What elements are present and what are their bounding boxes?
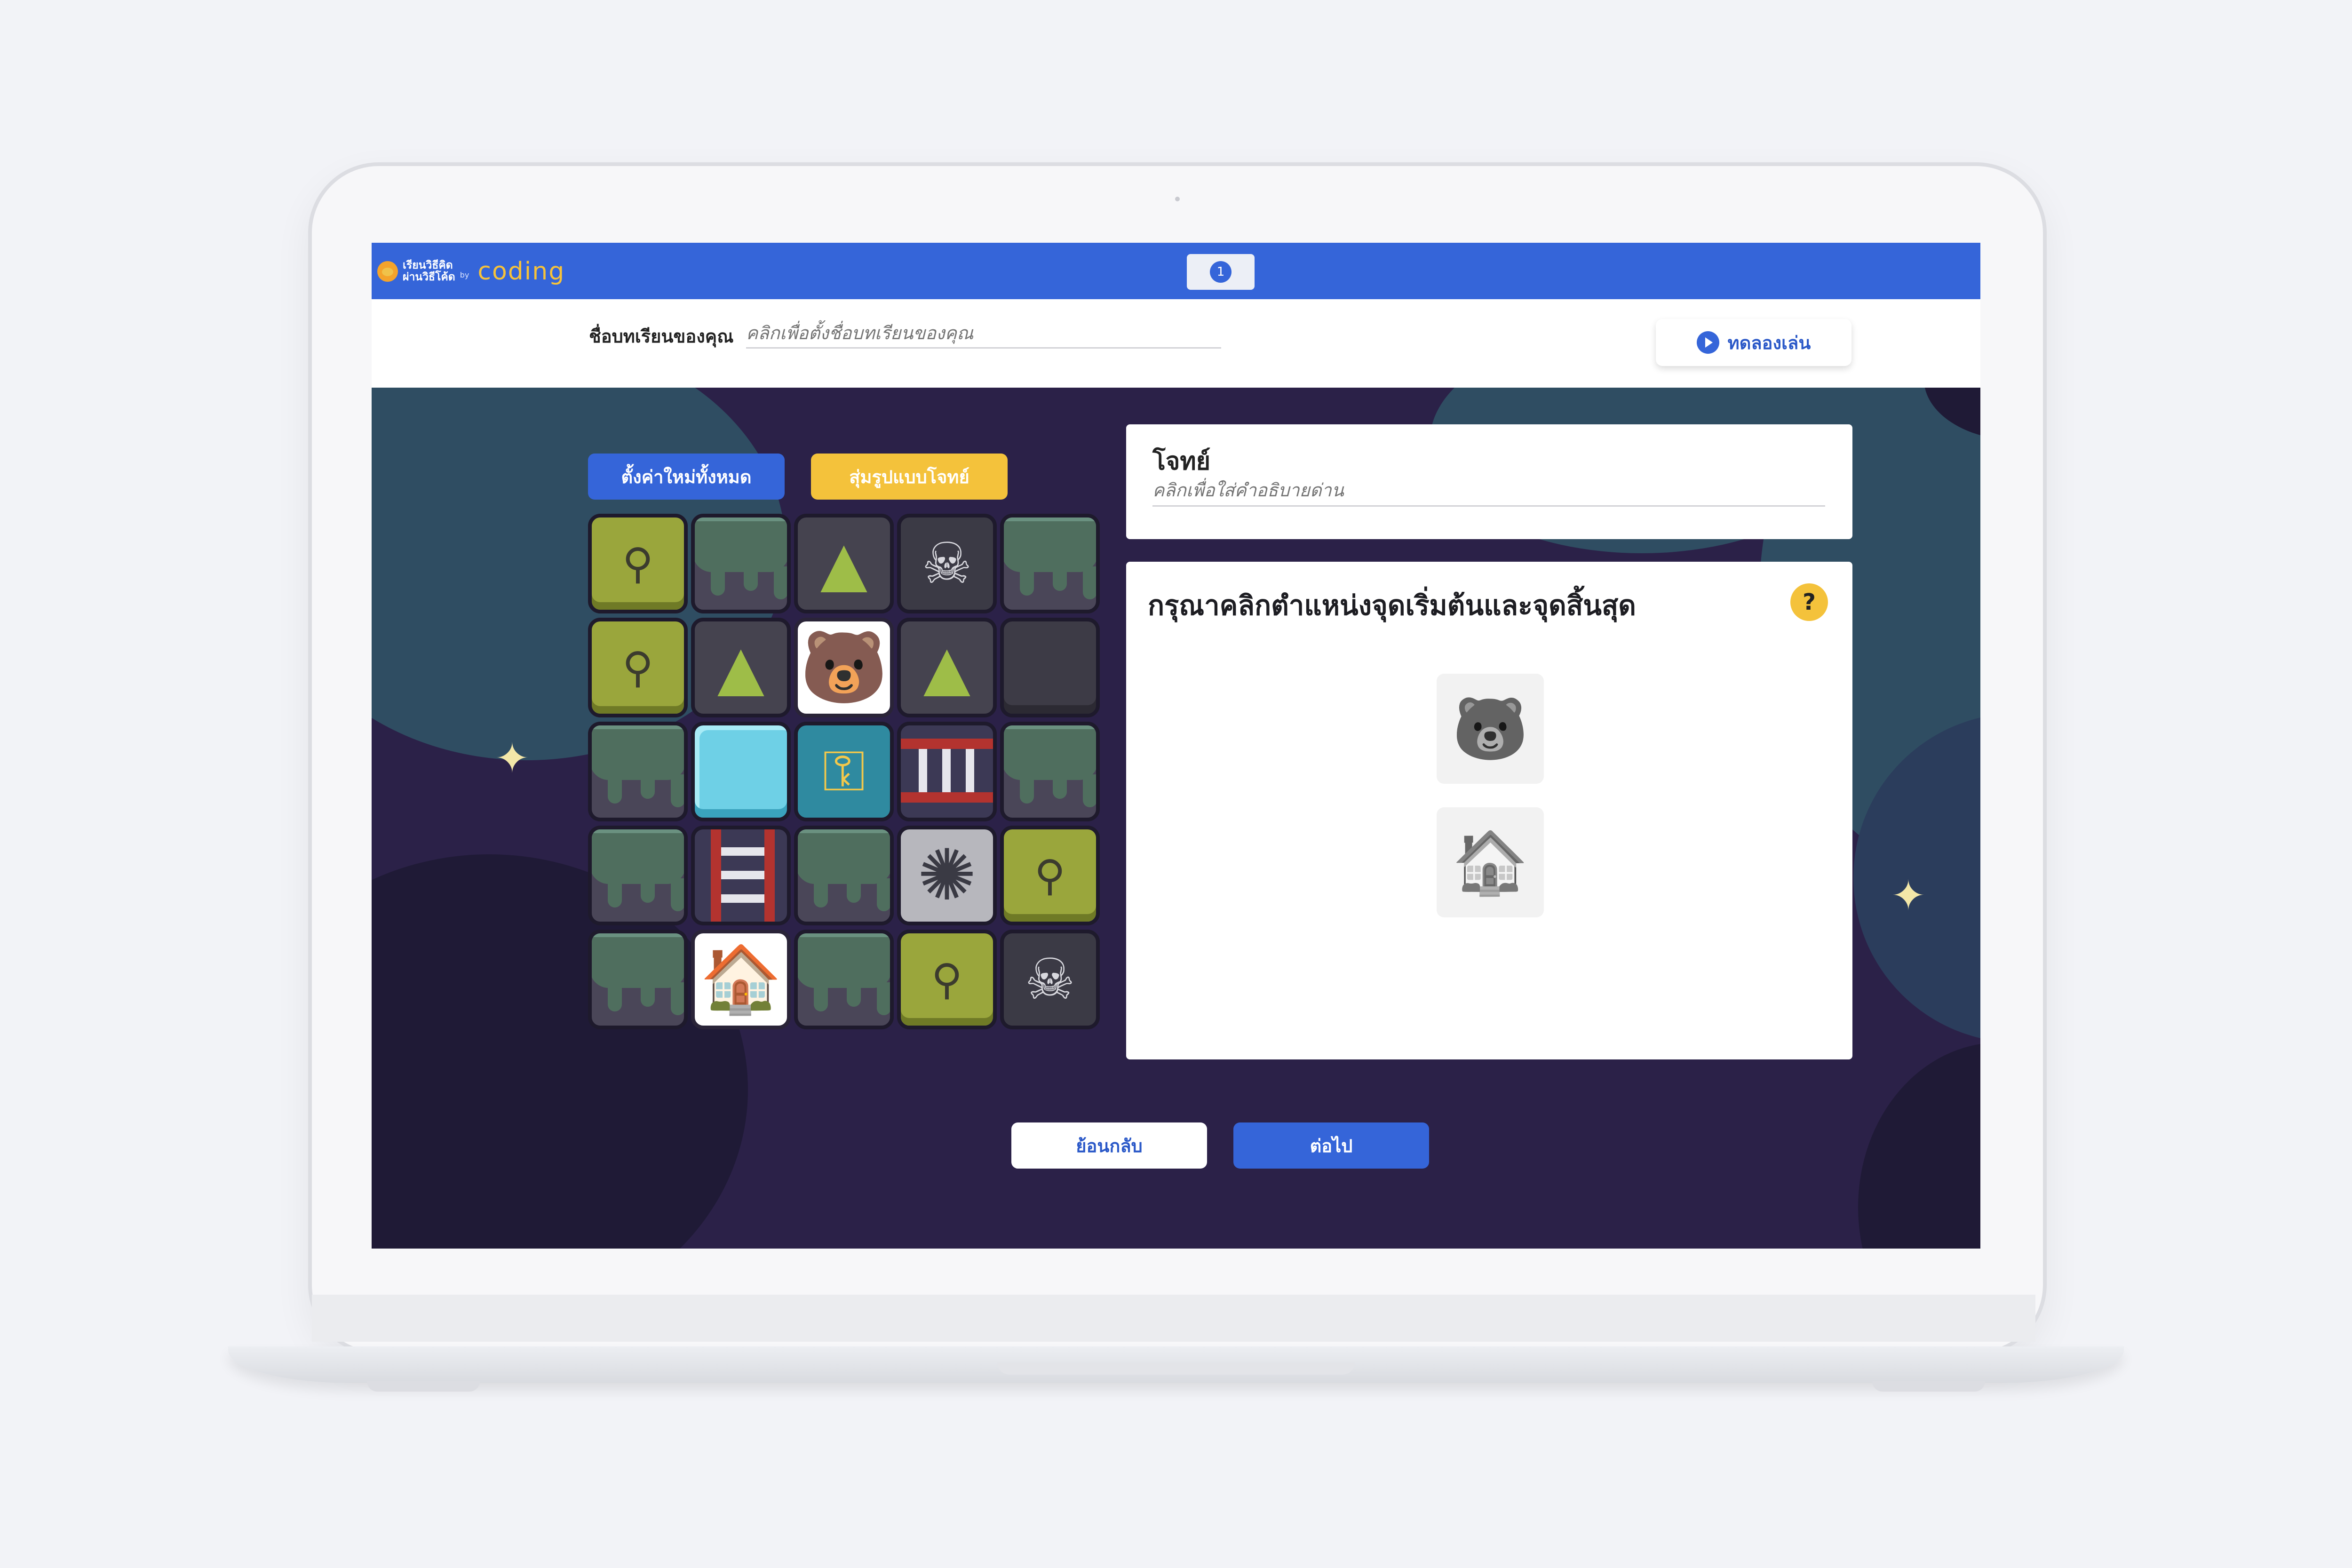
help-button[interactable]: ?: [1790, 583, 1828, 621]
bone-icon: ⚲: [622, 643, 653, 692]
lesson-name-input[interactable]: [746, 319, 1221, 349]
problem-description-input[interactable]: [1152, 475, 1825, 507]
tile-ladder-horizontal[interactable]: [897, 722, 997, 821]
laptop-notch: [997, 1362, 1355, 1375]
candy-house-icon: 🏠: [699, 941, 782, 1018]
skull-icon: ☠: [922, 531, 972, 597]
task-card: กรุณาคลิกตำแหน่งจุดเริ่มต้นและจุดสิ้นสุด…: [1126, 562, 1852, 1059]
lesson-name-label: ชื่อบทเรียนของคุณ: [589, 326, 734, 347]
tile-skull[interactable]: ☠: [897, 514, 997, 613]
tile-candy-house-end[interactable]: 🏠: [691, 930, 791, 1029]
tile-dark-rock[interactable]: [1000, 618, 1100, 717]
camera-dot: [1175, 197, 1180, 201]
trial-play-label: ทดลองเล่น: [1727, 332, 1811, 353]
tile-slime[interactable]: [794, 826, 894, 925]
logo-mark-icon: [377, 261, 398, 282]
step-number: 1: [1210, 261, 1232, 283]
tile-grass-bone[interactable]: ⚲: [1000, 826, 1100, 925]
tile-key[interactable]: ⚿: [794, 722, 894, 821]
tile-grass-bone[interactable]: ⚲: [588, 618, 688, 717]
tile-spider-web[interactable]: ✺: [897, 826, 997, 925]
tile-slime[interactable]: [691, 514, 791, 613]
bone-icon: ⚲: [1034, 851, 1065, 900]
task-instruction: กรุณาคลิกตำแหน่งจุดเริ่มต้นและจุดสิ้นสุด: [1148, 589, 1636, 621]
tile-slime[interactable]: [588, 826, 688, 925]
candy-house-icon: 🏠: [1452, 826, 1528, 898]
tile-skull[interactable]: ☠: [1000, 930, 1100, 1029]
laptop-foot-right: [1872, 1381, 1985, 1392]
logo-by: by: [460, 270, 469, 279]
sparkle-icon: ✦: [1891, 871, 1926, 920]
key-icon: ⚿: [822, 739, 866, 804]
tile-slime[interactable]: [588, 930, 688, 1029]
tile-slime[interactable]: [1000, 722, 1100, 821]
tile-slime[interactable]: [588, 722, 688, 821]
trial-play-button[interactable]: ทดลองเล่น: [1656, 319, 1851, 366]
tile-grass-bone[interactable]: ⚲: [897, 930, 997, 1029]
spider-web-icon: ✺: [917, 835, 977, 916]
bg-blob: [1858, 1043, 1980, 1249]
tile-ladder-vertical[interactable]: [691, 826, 791, 925]
reset-all-button[interactable]: ตั้งค่าใหม่ทั้งหมด: [588, 454, 785, 500]
bear-icon: 🐻: [800, 627, 888, 708]
tile-ice-block[interactable]: [691, 722, 791, 821]
laptop-chin: [312, 1295, 2035, 1342]
problem-title: โจทย์: [1152, 447, 1211, 476]
end-point-option[interactable]: 🏠: [1437, 807, 1544, 917]
top-bar: เรียนวิธีคิด ผ่านวิธีโค้ด by coding 1: [372, 243, 1980, 299]
app-logo[interactable]: เรียนวิธีคิด ผ่านวิธีโค้ด by coding: [377, 256, 565, 287]
bone-icon: ⚲: [622, 539, 653, 589]
lesson-bar: ชื่อบทเรียนของคุณ ทดลองเล่น: [372, 299, 1980, 388]
tree-icon: ▲: [923, 632, 970, 703]
tile-tree[interactable]: ▲: [691, 618, 791, 717]
start-point-option[interactable]: 🐻: [1437, 674, 1544, 784]
bone-icon: ⚲: [931, 955, 962, 1004]
sparkle-icon: ✦: [495, 734, 530, 782]
problem-card: โจทย์: [1126, 424, 1852, 539]
logo-brand: coding: [477, 257, 565, 286]
next-button[interactable]: ต่อไป: [1233, 1122, 1429, 1169]
game-board: ⚲ ▲ ☠ ⚲ ▲ 🐻 ▲ ⚿ ✺ ⚲ 🏠 ⚲ ☠: [588, 514, 1101, 1030]
tile-slime[interactable]: [794, 930, 894, 1029]
tile-tree[interactable]: ▲: [897, 618, 997, 717]
skull-icon: ☠: [1025, 947, 1075, 1012]
tile-tree[interactable]: ▲: [794, 514, 894, 613]
tile-slime[interactable]: [1000, 514, 1100, 613]
tree-icon: ▲: [820, 528, 867, 599]
tile-bear-start[interactable]: 🐻: [794, 618, 894, 717]
logo-text: เรียนวิธีคิด ผ่านวิธีโค้ด: [403, 260, 455, 283]
logo-line-2: ผ่านวิธีโค้ด: [403, 271, 455, 283]
step-indicator[interactable]: 1: [1187, 254, 1255, 290]
laptop-foot-left: [367, 1381, 480, 1392]
random-problem-button[interactable]: สุ่มรูปแบบโจทย์: [811, 454, 1008, 500]
back-button[interactable]: ย้อนกลับ: [1011, 1122, 1207, 1169]
app-screen: ✦ ✦ เรียนวิธีคิด ผ่านวิธีโค้ด by coding …: [372, 243, 1980, 1249]
logo-line-1: เรียนวิธีคิด: [403, 259, 453, 271]
tree-icon: ▲: [717, 632, 764, 703]
tile-grass-bone[interactable]: ⚲: [588, 514, 688, 613]
play-icon: [1696, 331, 1719, 354]
bear-icon: 🐻: [1452, 692, 1528, 764]
